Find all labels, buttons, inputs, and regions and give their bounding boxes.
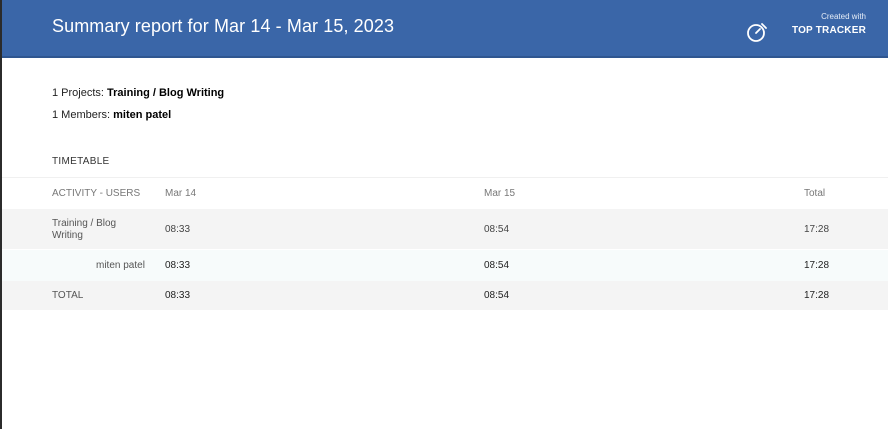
table-row-total: TOTAL 08:33 08:54 17:28 — [2, 281, 888, 310]
created-with-text: Created with — [821, 12, 866, 21]
table-row-project: Training / Blog Writing 08:33 08:54 17:2… — [2, 209, 888, 249]
user-total-time: 17:28 — [804, 260, 830, 271]
members-summary: 1 Members: miten patel — [52, 109, 171, 121]
table-row-user: miten patel 08:33 08:54 17:28 — [2, 250, 888, 281]
report-title: Summary report for Mar 14 - Mar 15, 2023 — [52, 16, 395, 36]
project-mar-15-time: 08:54 — [484, 224, 510, 235]
column-header-activity: ACTIVITY - USERS — [52, 188, 141, 199]
total-mar-15-time: 08:54 — [484, 290, 510, 301]
stopwatch-icon — [747, 23, 767, 42]
members-label: 1 Members: — [52, 109, 111, 121]
brand-name: TOP TRACKER — [791, 25, 866, 36]
project-total-time: 17:28 — [804, 224, 830, 235]
user-mar-14-time: 08:33 — [165, 260, 191, 271]
user-name: miten patel — [96, 260, 145, 271]
projects-value: Training / Blog Writing — [107, 87, 225, 99]
total-label: TOTAL — [52, 290, 84, 301]
column-header-mar-14: Mar 14 — [165, 188, 197, 199]
report-header: Summary report for Mar 14 - Mar 15, 2023… — [2, 0, 888, 58]
report-page: Summary report for Mar 14 - Mar 15, 2023… — [2, 0, 888, 429]
project-mar-14-time: 08:33 — [165, 224, 191, 235]
user-mar-15-time: 08:54 — [484, 260, 510, 271]
members-value: miten patel — [113, 109, 172, 121]
projects-label: 1 Projects: — [52, 87, 104, 99]
column-header-mar-15: Mar 15 — [484, 188, 516, 199]
total-mar-14-time: 08:33 — [165, 290, 191, 301]
grand-total-time: 17:28 — [804, 290, 830, 301]
column-header-total: Total — [804, 188, 826, 199]
project-name: Training / Blog Writing — [52, 218, 117, 241]
projects-summary: 1 Projects: Training / Blog Writing — [52, 87, 224, 99]
timetable-title: TIMETABLE — [52, 156, 110, 167]
table-header-row: ACTIVITY - USERS Mar 14 Mar 15 Total — [2, 178, 888, 209]
top-tracker-logo[interactable]: Created with TOP TRACKER — [746, 12, 866, 44]
